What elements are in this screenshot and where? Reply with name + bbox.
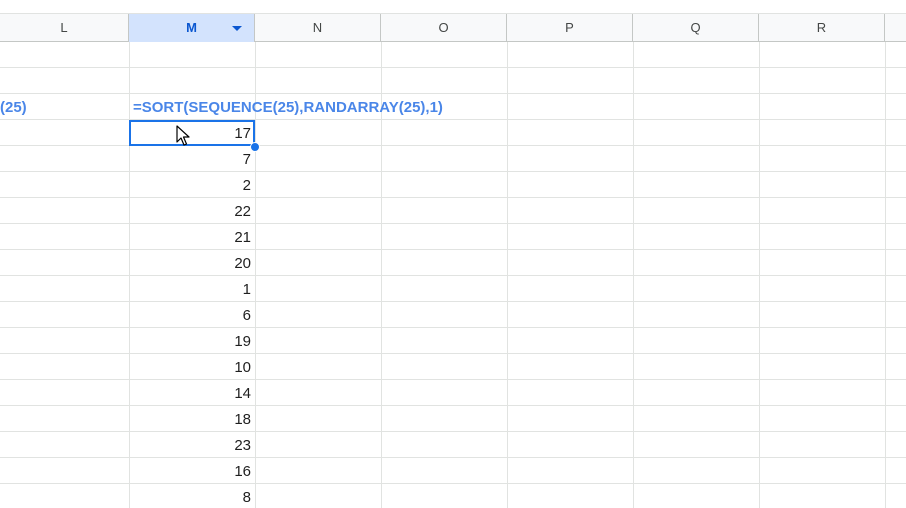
column-header-q[interactable]: Q	[633, 14, 759, 42]
column-header-m[interactable]: M	[129, 14, 255, 42]
row-line	[0, 67, 906, 68]
column-line	[633, 42, 634, 508]
column-header-l[interactable]: L	[0, 14, 129, 42]
cell-m-value[interactable]: 7	[131, 150, 251, 170]
column-header-o[interactable]: O	[381, 14, 507, 42]
column-header-r[interactable]: R	[759, 14, 885, 42]
column-line	[885, 42, 886, 508]
row-line	[0, 197, 906, 198]
cell-m-value[interactable]: 22	[131, 202, 251, 222]
column-header-p[interactable]: P	[507, 14, 633, 42]
row-line	[0, 171, 906, 172]
row-line	[0, 379, 906, 380]
row-line	[0, 327, 906, 328]
cell-m-value[interactable]: 21	[131, 228, 251, 248]
column-header-s-partial[interactable]	[885, 14, 906, 42]
row-line	[0, 483, 906, 484]
column-line	[129, 42, 130, 508]
cell-m-value[interactable]: 20	[131, 254, 251, 274]
cell-m-value[interactable]: 2	[131, 176, 251, 196]
cell-m-value[interactable]: 16	[131, 462, 251, 482]
column-header-m-label: M	[186, 20, 197, 35]
top-strip	[0, 0, 906, 13]
row-line	[0, 93, 906, 94]
spreadsheet-grid[interactable]: L M N O P Q R (25) =SORT(SEQUENCE(25),RA…	[0, 0, 906, 508]
cell-m-value[interactable]: 18	[131, 410, 251, 430]
row-line	[0, 301, 906, 302]
cell-m-value[interactable]: 19	[131, 332, 251, 352]
cell-m-formula[interactable]: =SORT(SEQUENCE(25),RANDARRAY(25),1)	[133, 98, 443, 118]
cell-grid[interactable]: (25) =SORT(SEQUENCE(25),RANDARRAY(25),1)…	[0, 42, 906, 508]
row-line	[0, 275, 906, 276]
row-line	[0, 405, 906, 406]
row-line	[0, 431, 906, 432]
cell-m-value[interactable]: 1	[131, 280, 251, 300]
column-line	[507, 42, 508, 508]
column-line	[759, 42, 760, 508]
mouse-pointer-icon	[176, 125, 190, 146]
active-cell-border[interactable]	[129, 120, 255, 146]
row-line	[0, 223, 906, 224]
row-line	[0, 249, 906, 250]
cell-m-value[interactable]: 8	[131, 488, 251, 508]
row-line	[0, 457, 906, 458]
row-line	[0, 353, 906, 354]
column-header-n[interactable]: N	[255, 14, 381, 42]
cell-m-value[interactable]: 14	[131, 384, 251, 404]
cell-m-value[interactable]: 6	[131, 306, 251, 326]
column-header-row: L M N O P Q R	[0, 13, 906, 42]
fill-handle[interactable]	[250, 142, 260, 152]
cell-l-formula-overflow[interactable]: (25)	[0, 98, 27, 118]
cell-m-value[interactable]: 10	[131, 358, 251, 378]
chevron-down-icon[interactable]	[232, 26, 242, 31]
cell-m-value[interactable]: 23	[131, 436, 251, 456]
